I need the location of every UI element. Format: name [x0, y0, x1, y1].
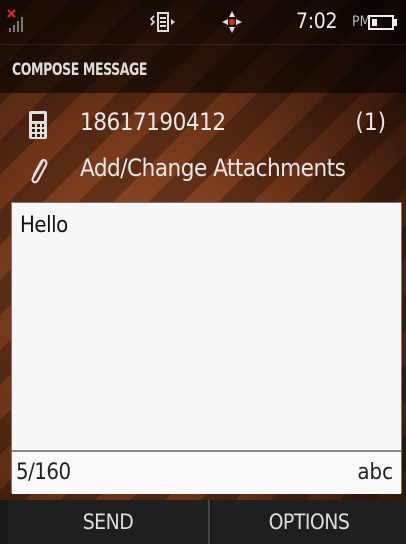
recipient-field[interactable]: 18617190412 (1) [0, 100, 406, 148]
phone-icon [29, 111, 47, 139]
attachments-label: Add/Change Attachments [80, 154, 346, 182]
title-bar: COMPOSE MESSAGE [0, 44, 406, 93]
message-text: Hello [20, 213, 68, 238]
editor-footer: 5/160 abc [12, 450, 401, 494]
input-mode-indicator: abc [357, 460, 393, 485]
gps-icon [222, 11, 242, 33]
options-button[interactable]: OPTIONS [212, 500, 406, 544]
vibrate-icon [149, 12, 175, 32]
paperclip-icon [31, 159, 48, 184]
attachments-field[interactable]: Add/Change Attachments [0, 146, 406, 194]
no-signal-icon [7, 9, 23, 32]
battery-icon [368, 15, 397, 30]
status-bar: 7:02 PM [0, 0, 406, 44]
clock-time: 7:02 [296, 9, 338, 33]
char-counter: 5/160 [16, 460, 71, 485]
page-title: COMPOSE MESSAGE [12, 60, 148, 80]
compose-screen: 7:02 PM COMPOSE MESSAGE 18617190412 (1) [0, 0, 406, 544]
message-body-input[interactable]: Hello 5/160 abc [11, 202, 402, 494]
softkey-bar: SEND OPTIONS [0, 500, 406, 544]
recipient-count: (1) [355, 108, 386, 136]
send-button[interactable]: SEND [8, 500, 210, 544]
recipient-number: 18617190412 [80, 108, 226, 136]
